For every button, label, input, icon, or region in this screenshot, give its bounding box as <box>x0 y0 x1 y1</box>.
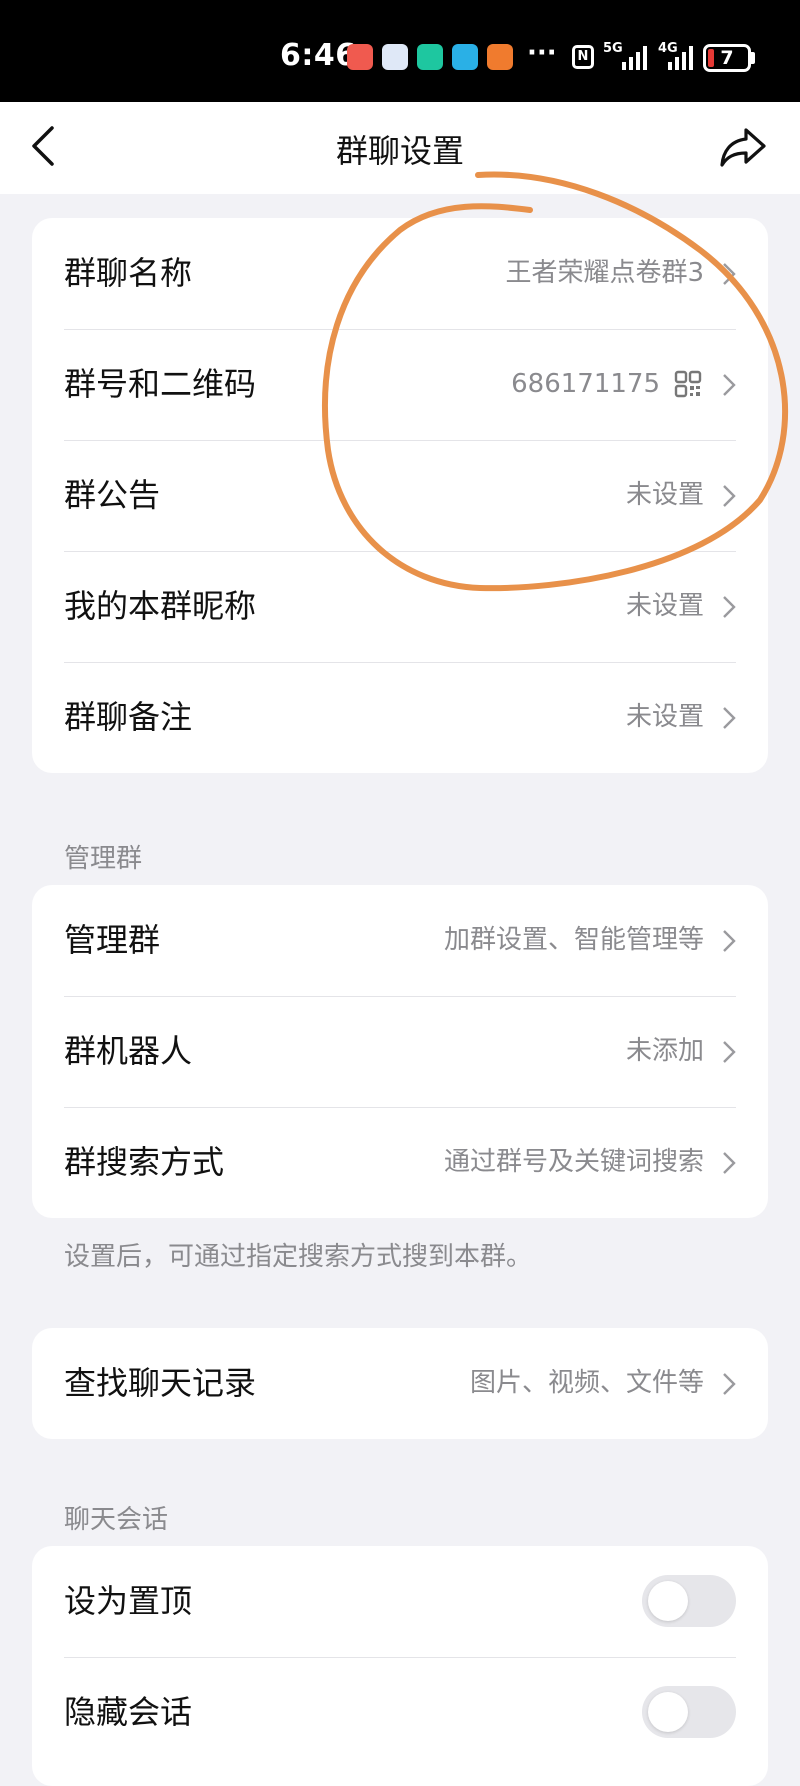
group-name-row[interactable]: 群聊名称 王者荣耀点卷群3 <box>32 218 768 329</box>
chevron-right-icon <box>723 1152 736 1174</box>
group-announcement-row[interactable]: 群公告 未设置 <box>32 440 768 551</box>
shield-app-icon <box>417 44 443 70</box>
share-arrow-icon[interactable] <box>718 122 768 172</box>
battery-icon: 7 <box>703 44 751 72</box>
page-title: 群聊设置 <box>335 132 464 170</box>
group-bot-row[interactable]: 群机器人 未添加 <box>32 996 768 1107</box>
chevron-right-icon <box>723 1373 736 1395</box>
nav-header: 群聊设置 <box>0 102 800 194</box>
group-bot-value: 未添加 <box>625 1036 704 1066</box>
status-bar: 6:46 ··· N 5G 4G 7 <box>0 0 800 102</box>
group-remark-row[interactable]: 群聊备注 未设置 <box>32 662 768 773</box>
row-label: 隐藏会话 <box>64 1693 193 1731</box>
manage-group-card: 管理群 加群设置、智能管理等 群机器人 未添加 群搜索方式 通过群号及关键词搜索 <box>32 885 768 1218</box>
battery-tip <box>751 52 755 64</box>
status-time: 6:46 <box>280 38 357 73</box>
section-title-chat: 聊天会话 <box>64 1505 169 1535</box>
chevron-right-icon <box>723 930 736 952</box>
row-label: 群号和二维码 <box>64 365 257 403</box>
my-nickname-row[interactable]: 我的本群昵称 未设置 <box>32 551 768 662</box>
chevron-right-icon <box>723 263 736 285</box>
nickname-value: 未设置 <box>625 591 704 621</box>
row-label: 群搜索方式 <box>64 1143 225 1181</box>
toggle-knob <box>648 1692 688 1732</box>
battery-level: 7 <box>720 47 734 69</box>
chat-history-card: 查找聊天记录 图片、视频、文件等 <box>32 1328 768 1439</box>
signal-bars-icon <box>668 46 693 70</box>
download-app-icon <box>452 44 478 70</box>
row-label: 管理群 <box>64 921 161 959</box>
chevron-right-icon <box>723 707 736 729</box>
row-label: 群聊名称 <box>64 254 193 292</box>
group-name-value: 王者荣耀点卷群3 <box>505 258 704 288</box>
section-title-manage: 管理群 <box>64 844 143 874</box>
row-label: 群公告 <box>64 476 161 514</box>
search-method-hint: 设置后，可通过指定搜索方式搜到本群。 <box>64 1242 533 1272</box>
qr-code-icon <box>674 370 702 398</box>
row-label: 群机器人 <box>64 1032 193 1070</box>
row-label: 设为置顶 <box>64 1582 193 1620</box>
chat-session-card: 设为置顶 隐藏会话 <box>32 1546 768 1786</box>
chevron-right-icon <box>723 374 736 396</box>
nfc-icon: N <box>572 45 594 69</box>
hide-chat-toggle[interactable] <box>642 1686 736 1738</box>
red-app-icon <box>347 44 373 70</box>
row-label: 群聊备注 <box>64 698 193 736</box>
announcement-value: 未设置 <box>625 480 704 510</box>
group-id-qr-row[interactable]: 群号和二维码 686171175 <box>32 329 768 440</box>
search-method-value: 通过群号及关键词搜索 <box>443 1147 704 1177</box>
group-id-value: 686171175 <box>511 369 660 399</box>
group-info-card: 群聊名称 王者荣耀点卷群3 群号和二维码 686171175 群公告 未设置 我… <box>32 218 768 773</box>
pin-chat-row: 设为置顶 <box>32 1546 768 1657</box>
group-search-method-row[interactable]: 群搜索方式 通过群号及关键词搜索 <box>32 1107 768 1218</box>
pin-chat-toggle[interactable] <box>642 1575 736 1627</box>
chevron-right-icon <box>723 485 736 507</box>
h-app-icon <box>382 44 408 70</box>
signal-bars-icon <box>622 46 647 70</box>
overflow-dots-icon: ··· <box>527 38 557 68</box>
remark-value: 未设置 <box>625 702 704 732</box>
toggle-knob <box>648 1581 688 1621</box>
chevron-right-icon <box>723 1041 736 1063</box>
manage-group-value: 加群设置、智能管理等 <box>443 925 704 955</box>
row-label: 查找聊天记录 <box>64 1364 257 1402</box>
chat-history-value: 图片、视频、文件等 <box>469 1368 704 1398</box>
hide-chat-row: 隐藏会话 <box>32 1657 768 1768</box>
find-chat-history-row[interactable]: 查找聊天记录 图片、视频、文件等 <box>32 1328 768 1439</box>
chevron-right-icon <box>723 596 736 618</box>
manage-group-row[interactable]: 管理群 加群设置、智能管理等 <box>32 885 768 996</box>
row-label: 我的本群昵称 <box>64 587 257 625</box>
orange-app-icon <box>487 44 513 70</box>
